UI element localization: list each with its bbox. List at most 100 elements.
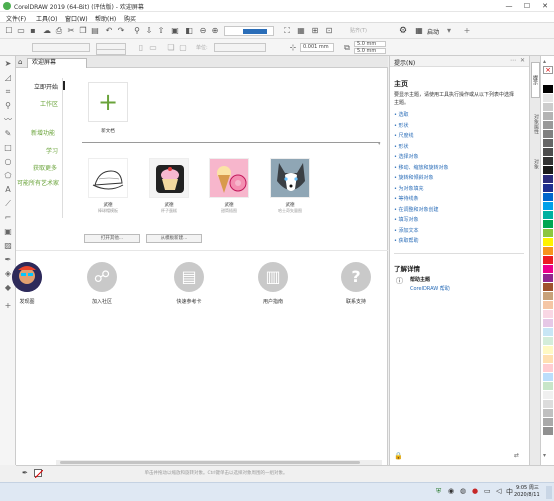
menu-window[interactable]: 窗口(W) bbox=[65, 14, 88, 23]
hint-link-item[interactable]: • 选取 bbox=[394, 111, 449, 122]
tray-red-icon[interactable]: ● bbox=[472, 487, 478, 495]
hint-link-label[interactable]: 尺度线 bbox=[399, 133, 414, 139]
hint-link-item[interactable]: • 为对象填充 bbox=[394, 185, 449, 196]
palette-scroll-down-icon[interactable]: ▾ bbox=[543, 452, 546, 459]
landscape-icon[interactable]: ▭ bbox=[148, 43, 158, 53]
template-thumb-icecream[interactable] bbox=[209, 158, 249, 198]
resource-label-user-guide[interactable]: 用户指南 bbox=[253, 298, 293, 305]
new-from-template-button[interactable]: 从模板新建... bbox=[146, 234, 202, 243]
ime-indicator[interactable]: 中 bbox=[506, 487, 513, 497]
nudge-distance-field[interactable]: 0.001 mm bbox=[300, 43, 334, 52]
color-swatch[interactable] bbox=[543, 319, 553, 328]
paste-icon[interactable]: ▤ bbox=[90, 26, 100, 36]
quick-reference-icon[interactable]: ▤ bbox=[174, 262, 204, 292]
discover-avatar[interactable] bbox=[12, 262, 42, 292]
qq-icon[interactable]: ◍ bbox=[460, 487, 466, 495]
eyedropper-tool-icon[interactable]: ✒ bbox=[3, 255, 13, 265]
color-swatch[interactable] bbox=[543, 139, 553, 148]
close-button[interactable]: ✕ bbox=[536, 0, 554, 12]
hint-link-label[interactable]: 为对象填充 bbox=[399, 186, 424, 192]
minimize-button[interactable]: — bbox=[500, 0, 518, 12]
nav-learn[interactable]: 学习 bbox=[46, 146, 58, 155]
nav-get-started[interactable]: 立即开始 bbox=[34, 82, 58, 91]
launch-icon[interactable]: ▦ bbox=[414, 26, 424, 36]
template-thumb-cap[interactable] bbox=[88, 158, 128, 198]
hint-link-label[interactable]: 添加文本 bbox=[399, 228, 419, 234]
clock-time[interactable]: 9:05 周三 bbox=[516, 484, 539, 491]
color-swatch[interactable] bbox=[543, 337, 553, 346]
portrait-icon[interactable]: ▯ bbox=[136, 43, 146, 53]
hint-link-label[interactable]: 获取帮助 bbox=[399, 238, 419, 244]
nav-whats-new[interactable]: 新增功能 bbox=[31, 128, 55, 137]
color-swatch[interactable] bbox=[543, 112, 553, 121]
menu-file[interactable]: 文件(F) bbox=[6, 14, 26, 23]
color-swatch[interactable] bbox=[543, 130, 553, 139]
side-tab-objects[interactable]: 对象 bbox=[531, 150, 540, 178]
ellipse-tool-icon[interactable]: ○ bbox=[3, 157, 13, 167]
drop-shadow-icon[interactable]: ▣ bbox=[3, 227, 13, 237]
resource-label-discover[interactable]: 发现图 bbox=[12, 298, 42, 305]
color-swatch[interactable] bbox=[543, 166, 553, 175]
cut-icon[interactable]: ✂ bbox=[66, 26, 76, 36]
resource-label-community[interactable]: 加入社区 bbox=[82, 298, 122, 305]
hint-link-item[interactable]: • 等待线条 bbox=[394, 195, 449, 206]
freehand-tool-icon[interactable]: 〰 bbox=[3, 115, 13, 125]
snap-to-dropdown[interactable]: 贴齐(T) bbox=[350, 27, 367, 34]
color-swatch[interactable] bbox=[543, 85, 553, 94]
color-swatch[interactable] bbox=[543, 103, 553, 112]
full-screen-icon[interactable]: ⛶ bbox=[282, 26, 292, 36]
hint-link-item[interactable]: • 移动、缩放和旋转对象 bbox=[394, 164, 449, 175]
export-icon[interactable]: ⇧ bbox=[156, 26, 166, 36]
side-tab-object-properties[interactable]: 对象属性 bbox=[531, 102, 540, 146]
hint-link-label[interactable]: 旋转和倾斜对象 bbox=[399, 175, 434, 181]
color-swatch[interactable] bbox=[543, 346, 553, 355]
help-topic-link[interactable]: CorelDRAW 帮助 bbox=[410, 285, 450, 292]
publish-pdf-icon[interactable]: ▣ bbox=[170, 26, 180, 36]
support-question-icon[interactable]: ? bbox=[341, 262, 371, 292]
resource-label-support[interactable]: 联系支持 bbox=[336, 298, 376, 305]
pick-tool-icon[interactable]: ➤ bbox=[3, 59, 13, 69]
color-swatch[interactable] bbox=[543, 238, 553, 247]
hint-link-item[interactable]: • 尺度线 bbox=[394, 132, 449, 143]
menu-help[interactable]: 帮助(H) bbox=[95, 14, 116, 23]
options-gear-icon[interactable]: ⚙ bbox=[398, 26, 408, 36]
color-swatch[interactable] bbox=[543, 157, 553, 166]
hint-link-label[interactable]: 填写对象 bbox=[399, 217, 419, 223]
color-swatch[interactable] bbox=[543, 301, 553, 310]
no-color-swatch[interactable]: ⨯ bbox=[543, 66, 553, 74]
hint-link-item[interactable]: • 获取帮助 bbox=[394, 237, 449, 248]
all-pages-icon[interactable]: ❏ bbox=[166, 43, 176, 53]
zoom-level-field[interactable] bbox=[224, 26, 274, 36]
hint-link-label[interactable]: 选择对象 bbox=[399, 154, 419, 160]
volume-icon[interactable]: ◁ bbox=[496, 487, 501, 495]
tray-app-icon[interactable]: ◉ bbox=[448, 487, 454, 495]
crop-tool-icon[interactable]: ⌗ bbox=[3, 87, 13, 97]
lock-icon[interactable]: 🔒 bbox=[394, 452, 403, 460]
hints-close-icon[interactable]: ✕ bbox=[520, 57, 525, 64]
new-document-icon[interactable]: ☐ bbox=[4, 26, 14, 36]
export-web-icon[interactable]: ◧ bbox=[184, 26, 194, 36]
color-swatch[interactable] bbox=[543, 94, 553, 103]
color-swatch[interactable] bbox=[543, 274, 553, 283]
undo-icon[interactable]: ↶ bbox=[104, 26, 114, 36]
zoom-in-icon[interactable]: ⊕ bbox=[210, 26, 220, 36]
shape-tool-icon[interactable]: ◿ bbox=[3, 73, 13, 83]
color-swatch[interactable] bbox=[543, 265, 553, 274]
cloud-icon[interactable]: ☁ bbox=[42, 26, 52, 36]
chevron-down-icon[interactable]: ▾ bbox=[444, 26, 454, 36]
outline-swatch[interactable] bbox=[34, 469, 44, 479]
zoom-out-icon[interactable]: ⊖ bbox=[198, 26, 208, 36]
hint-link-item[interactable]: • 在调整和对象创建 bbox=[394, 206, 449, 217]
color-swatch[interactable] bbox=[543, 175, 553, 184]
new-document-plus-icon[interactable]: + bbox=[88, 82, 128, 122]
copy-icon[interactable]: ❐ bbox=[78, 26, 88, 36]
maximize-button[interactable]: ☐ bbox=[518, 0, 536, 12]
expand-chevron-icon[interactable]: ▾ bbox=[378, 141, 381, 147]
security-shield-icon[interactable]: ⛨ bbox=[436, 487, 441, 496]
redo-icon[interactable]: ↷ bbox=[116, 26, 126, 36]
hint-link-item[interactable]: • 填写对象 bbox=[394, 216, 449, 227]
color-swatch[interactable] bbox=[543, 373, 553, 382]
color-swatch[interactable] bbox=[543, 202, 553, 211]
rectangle-tool-icon[interactable]: □ bbox=[3, 143, 13, 153]
hint-link-label[interactable]: 选取 bbox=[399, 112, 409, 118]
